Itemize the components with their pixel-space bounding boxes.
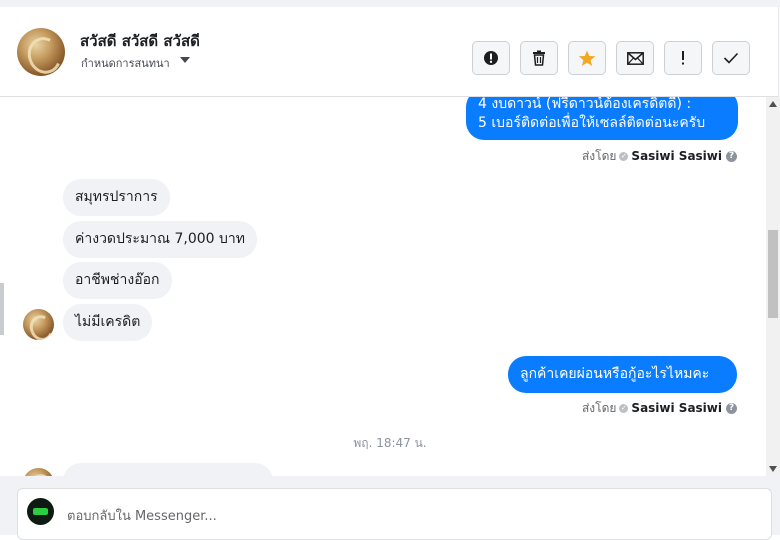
check-icon (723, 52, 739, 64)
scrollbar[interactable] (766, 97, 780, 476)
help-icon[interactable]: ? (726, 151, 737, 162)
sent-check-icon: ✓ (619, 152, 629, 161)
reply-input[interactable]: ตอบกลับใน Messenger... (17, 488, 772, 540)
done-button[interactable] (712, 41, 750, 75)
exclamation-icon (682, 51, 684, 65)
sent-by-line: ส่งโดย ✓ Sasiwi Sasiwi? (582, 399, 737, 418)
important-button[interactable] (664, 41, 702, 75)
sender-name[interactable]: Sasiwi Sasiwi (631, 149, 722, 163)
left-edge-marker (0, 283, 4, 335)
chevron-down-icon[interactable] (180, 57, 190, 63)
sender-avatar[interactable] (23, 468, 54, 476)
incoming-message[interactable]: อาชีพช่างอ๊อก (63, 262, 172, 299)
message-thread[interactable]: 4 งบดาวน์ (ฟรีดาวน์ต้องเครดิตดี) : 5 เบอ… (0, 97, 766, 476)
message-line: 5 เบอร์ติดต่อเพื่อให้เซลล์ติดต่อนะครับ (478, 115, 706, 131)
scroll-down-arrow-icon[interactable] (769, 466, 777, 472)
conversation-label[interactable]: กำหนดการสนทนา (81, 54, 170, 68)
exclamation-circle-icon (484, 51, 498, 65)
star-icon (578, 50, 596, 66)
incoming-message[interactable] (63, 463, 273, 476)
mark-unread-button[interactable] (616, 41, 654, 75)
sent-by-label: ส่งโดย (581, 149, 617, 163)
contact-name[interactable]: สวัสดี สวัสดี สวัสดี (80, 29, 200, 53)
conversation-header: สวัสดี สวัสดี สวัสดี กำหนดการสนทนา (0, 7, 779, 97)
message-timestamp: พฤ. 18:47 น. (353, 436, 427, 450)
report-button[interactable] (472, 41, 510, 75)
star-button[interactable] (568, 41, 606, 75)
sent-by-label: ส่งโดย (581, 401, 617, 415)
sent-by-line: ส่งโดย ✓ Sasiwi Sasiwi? (582, 147, 737, 166)
message-line: 4 งบดาวน์ (ฟรีดาวน์ต้องเครดิตดี) : (478, 97, 692, 112)
trash-icon (533, 50, 545, 66)
delete-button[interactable] (520, 41, 558, 75)
scroll-up-arrow-icon[interactable] (769, 101, 777, 107)
incoming-message[interactable]: ค่างวดประมาณ 7,000 บาท (63, 221, 257, 258)
reply-placeholder[interactable]: ตอบกลับใน Messenger... (67, 505, 217, 526)
page-avatar (27, 498, 54, 525)
incoming-message[interactable]: ไม่มีเครดิต (63, 304, 153, 341)
contact-avatar[interactable] (17, 28, 65, 76)
sender-name[interactable]: Sasiwi Sasiwi (631, 401, 722, 415)
sent-check-icon: ✓ (619, 404, 629, 413)
sender-avatar[interactable] (23, 309, 54, 340)
top-strip (0, 0, 780, 7)
outgoing-message[interactable]: ลูกค้าเคยผ่อนหรือกู้อะไรไหมคะ (508, 356, 737, 393)
envelope-icon (626, 51, 644, 65)
outgoing-message[interactable]: 4 งบดาวน์ (ฟรีดาวน์ต้องเครดิตดี) : 5 เบอ… (466, 97, 738, 140)
help-icon[interactable]: ? (726, 403, 737, 414)
incoming-message[interactable]: สมุทรปราการ (63, 179, 170, 216)
scrollbar-thumb[interactable] (768, 230, 778, 318)
